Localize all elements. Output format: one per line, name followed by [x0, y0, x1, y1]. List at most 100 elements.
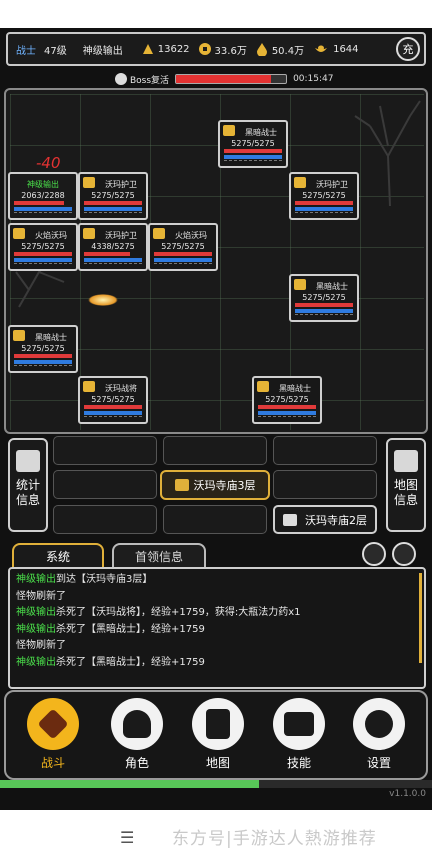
page-footer: ☰ 东方号|手游达人熱游推荐 [0, 810, 432, 864]
hp-bar [224, 149, 282, 153]
map-info-button[interactable]: 地图 信息 [386, 438, 426, 532]
previous-floor-button[interactable]: 沃玛寺庙2层 [273, 505, 377, 534]
map-label-2: 信息 [393, 493, 418, 507]
log-actor: 神级输出 [16, 623, 56, 635]
monster-badge-icon [294, 177, 306, 188]
floor-cell-empty [53, 436, 157, 465]
nav-map-label: 地图 [205, 756, 230, 770]
spellbook-icon [273, 698, 325, 750]
boss-revive-label: Boss复活 [130, 75, 170, 86]
battle-filter-icon[interactable] [392, 542, 416, 566]
nav-character[interactable]: 角色 [102, 698, 172, 771]
unit-hp: 4338/5275 [91, 242, 135, 251]
hp-bar [14, 354, 72, 358]
nav-battle-label: 战斗 [40, 756, 65, 770]
monster-card[interactable]: 黑暗战士 5275/5275 [218, 120, 288, 168]
resource-gold-value: 50.4万 [271, 45, 305, 57]
book-icon [16, 450, 40, 472]
clear-log-icon[interactable] [362, 542, 386, 566]
message-log[interactable]: 神级输出到达【沃玛寺庙3层】 怪物刷新了 神级输出杀死了【沃玛战将】，经验+17… [8, 567, 426, 689]
resource-yuanbao: 1644 [312, 42, 359, 56]
monster-badge-icon [13, 228, 25, 239]
stats-label-2: 信息 [15, 493, 40, 507]
unit-name: 沃玛护卫 [105, 180, 137, 189]
monster-badge-icon [83, 228, 95, 239]
coin-icon [198, 43, 211, 55]
resource-ingot-value: 13622 [157, 43, 190, 55]
map-label-1: 地图 [393, 478, 418, 492]
log-line: 神级输出杀死了【黑暗战士】，经验+1759 [16, 622, 418, 639]
damage-number: -40 [36, 154, 61, 172]
nav-map[interactable]: 地图 [183, 698, 253, 771]
helmet-icon [111, 698, 163, 750]
unit-name: 黑暗战士 [279, 384, 311, 393]
demon-head-icon [174, 479, 189, 491]
card-divider [224, 160, 282, 164]
unit-name: 神级输出 [27, 180, 59, 189]
player-card[interactable]: 神级输出 2063/2288 [8, 172, 78, 220]
unit-name: 沃玛护卫 [316, 180, 348, 189]
mp-bar [14, 360, 72, 364]
log-line: 怪物刷新了 [16, 638, 418, 655]
mp-bar [224, 155, 282, 159]
monster-card[interactable]: 黑暗战士 5275/5275 [289, 274, 359, 322]
log-scrollbar[interactable] [419, 573, 422, 663]
hp-bar [84, 252, 130, 256]
tab-system[interactable]: 系统 [12, 543, 104, 568]
log-text: 杀死了【沃玛战将】，经验+1759，获得:大瓶法力药x1 [56, 607, 301, 618]
floor-cell-empty [273, 436, 377, 465]
portal-icon [283, 513, 297, 526]
unit-name: 火焰沃玛 [175, 231, 207, 240]
recharge-button[interactable]: 充 [396, 37, 420, 61]
boss-revive-row: Boss复活 00:15:47 [115, 70, 355, 88]
stats-info-button[interactable]: 统计 信息 [8, 438, 48, 532]
status-bar: 战士 47级 神级输出 13622 33.6万 50.4万 1644 充 [6, 32, 426, 66]
floor-cell-empty [163, 505, 267, 534]
bottom-nav: 战斗 角色 地图 技能 设置 [4, 690, 428, 780]
menu-icon[interactable]: ☰ [120, 828, 134, 847]
scroll-icon [394, 450, 418, 472]
monster-card[interactable]: 火焰沃玛 5275/5275 [8, 223, 78, 271]
monster-card[interactable]: 沃玛战将 5275/5275 [78, 376, 148, 424]
card-divider [14, 212, 72, 216]
monster-badge-icon [257, 381, 269, 392]
monster-card[interactable]: 沃玛护卫 4338/5275 [78, 223, 148, 271]
version-text: v1.1.0.0 [389, 789, 426, 799]
card-divider [295, 212, 353, 216]
resource-gold: 50.4万 [255, 42, 304, 57]
unit-hp: 5275/5275 [231, 139, 275, 148]
current-floor-button[interactable]: 沃玛寺庙3层 [160, 470, 270, 500]
nav-battle[interactable]: 战斗 [18, 698, 88, 771]
tab-boss-info[interactable]: 首领信息 [112, 543, 206, 568]
resource-coin: 33.6万 [198, 42, 247, 57]
unit-hp: 5275/5275 [21, 344, 65, 353]
unit-hp: 5275/5275 [302, 293, 346, 302]
mp-bar [14, 258, 72, 262]
nav-settings-label: 设置 [366, 756, 391, 770]
card-divider [295, 314, 353, 318]
battle-map[interactable]: -40 黑暗战士 5275/5275 神级输出 2063/2288 沃玛护卫 5… [4, 88, 428, 434]
monster-card[interactable]: 沃玛护卫 5275/5275 [78, 172, 148, 220]
nav-settings[interactable]: 设置 [344, 698, 414, 771]
map-scroll-icon [192, 698, 244, 750]
boss-revive-timer: 00:15:47 [293, 74, 334, 84]
monster-card[interactable]: 沃玛护卫 5275/5275 [289, 172, 359, 220]
unit-name: 沃玛护卫 [105, 231, 137, 240]
log-line: 神级输出到达【沃玛寺庙3层】 [16, 572, 418, 589]
hp-bar [84, 405, 142, 409]
monster-card[interactable]: 火焰沃玛 5275/5275 [148, 223, 218, 271]
log-text: 杀死了【黑暗战士】，经验+1759 [56, 623, 205, 635]
hp-bar [14, 201, 64, 205]
nav-skills[interactable]: 技能 [264, 698, 334, 771]
mp-bar [84, 411, 142, 415]
card-divider [14, 263, 72, 267]
hp-bar [258, 405, 316, 409]
unit-name: 黑暗战士 [245, 128, 277, 137]
boss-revive-fill [176, 75, 271, 83]
card-divider [84, 263, 142, 267]
monster-card[interactable]: 黑暗战士 5275/5275 [252, 376, 322, 424]
monster-card[interactable]: 黑暗战士 5275/5275 [8, 325, 78, 373]
experience-fill [0, 780, 260, 788]
floor-cell-empty [163, 436, 267, 465]
log-line: 神级输出杀死了【黑暗战士】，经验+1759 [16, 655, 418, 672]
